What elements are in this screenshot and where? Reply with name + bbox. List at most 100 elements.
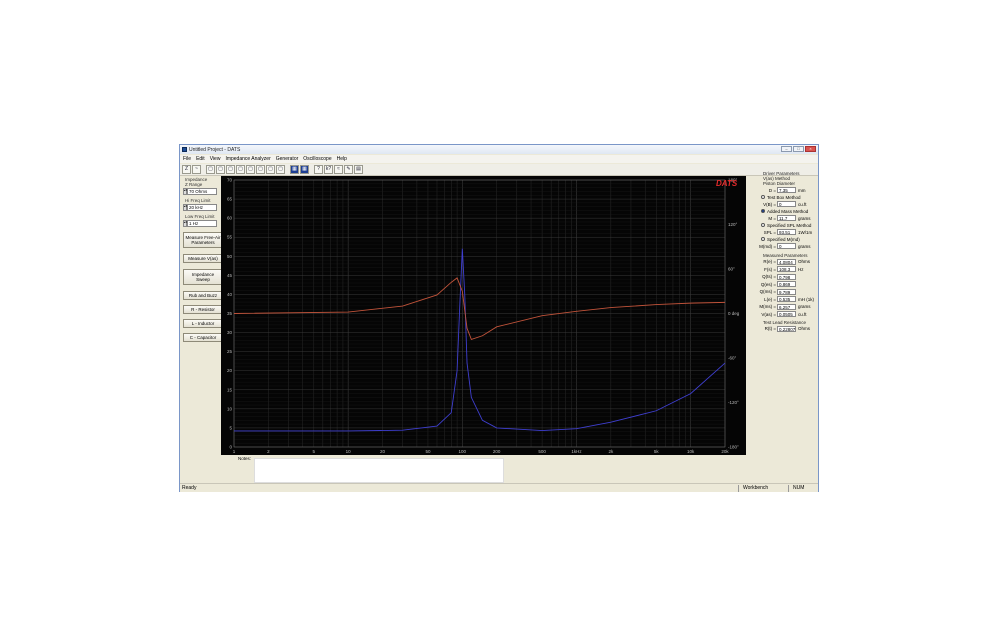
left-axis-tick-label: 65 <box>227 197 233 202</box>
impedance-mode-button[interactable]: Z <box>182 165 191 174</box>
title-bar[interactable]: Untitled Project - DATS – □ × <box>180 145 818 154</box>
z-range-value[interactable]: 70 Ohms <box>187 188 217 195</box>
impedance-sweep-button[interactable]: Impedance Sweep <box>183 269 223 285</box>
help-button[interactable]: ? <box>314 165 323 174</box>
measured-label: Q(ms) = <box>759 289 776 294</box>
x-axis-tick-label: 20k <box>721 449 729 454</box>
measured-title: Measured Parameters <box>763 252 808 258</box>
low-freq-spinner[interactable]: ▴▾ 1 Hz <box>183 220 225 227</box>
measured-value: 0.0505 <box>777 311 796 317</box>
menu-help[interactable]: Help <box>337 156 347 162</box>
test-box-radio[interactable]: Test Box Method <box>759 194 817 200</box>
impedance-line <box>234 248 726 432</box>
radio-icon[interactable] <box>761 195 765 199</box>
right-axis-tick-label: -60° <box>728 356 737 361</box>
maximize-button[interactable]: □ <box>793 146 804 152</box>
measure-vas-button[interactable]: Measure V(as) <box>183 254 223 263</box>
notes-textarea[interactable] <box>254 458 504 483</box>
added-mass-radio[interactable]: Added Mass Method <box>759 208 817 214</box>
measured-value: 9.789 <box>777 288 796 295</box>
right-axis-tick-label: 60° <box>728 267 735 272</box>
save-button[interactable]: ▢ <box>226 165 235 174</box>
signal-button[interactable]: ≈ <box>334 165 343 174</box>
vb-unit: cu.ft <box>798 201 807 207</box>
x-axis-tick-label: 20 <box>380 449 386 454</box>
left-axis-tick-label: 15 <box>227 387 233 392</box>
measured-unit: grams <box>798 304 811 309</box>
capacitor-button[interactable]: C - Capacitor <box>183 333 223 342</box>
x-axis-tick-label: 100 <box>459 449 467 454</box>
minimize-button[interactable]: – <box>781 146 792 152</box>
measured-row: Q(ts) = 0.798 <box>759 273 817 280</box>
open-button[interactable]: ▢ <box>216 165 225 174</box>
measured-value: 0.869 <box>777 281 796 287</box>
inductor-button[interactable]: L - Inductor <box>183 319 223 328</box>
radio-icon[interactable] <box>761 223 765 227</box>
d-unit: mm <box>798 187 806 193</box>
x-axis-tick-label: 10k <box>687 449 695 454</box>
menu-file[interactable]: File <box>183 156 191 162</box>
m-label: M = <box>768 215 776 221</box>
measure-free-air-button[interactable]: Measure Free-Air Parameters <box>183 232 223 248</box>
x-axis-tick-label: 1 <box>233 449 236 454</box>
menu-edit[interactable]: Edit <box>196 156 205 162</box>
edit-button[interactable]: ✎ <box>344 165 353 174</box>
spl-field[interactable]: 93.51 <box>777 229 796 235</box>
d-field[interactable]: 7.35 <box>777 187 796 193</box>
x-axis-tick-label: 2k <box>608 449 614 454</box>
measured-label: R(e) = <box>763 259 776 264</box>
m-field[interactable]: 11.7 <box>777 215 796 221</box>
rt-field[interactable]: 0.22807 <box>777 325 796 332</box>
hi-freq-value[interactable]: 20 kHz <box>187 204 217 211</box>
specified-spl-radio[interactable]: Specified SPL Method <box>759 222 817 228</box>
mmd-field[interactable]: 0 <box>777 243 796 249</box>
app-icon <box>182 147 187 152</box>
menu-view[interactable]: View <box>210 156 221 162</box>
resistor-button[interactable]: R - Resistor <box>183 305 223 314</box>
new-button[interactable]: ▢ <box>206 165 215 174</box>
paste-button[interactable]: ▢ <box>256 165 265 174</box>
radio-selected-icon[interactable] <box>761 209 765 213</box>
impedance-plot[interactable]: 70 65 60 55 50 45 40 35 30 25 20 15 10 5 0 180° 120° 60° 0… <box>221 176 746 455</box>
mmd-unit: grams <box>798 243 811 249</box>
menu-impedance-analyzer[interactable]: Impedance Analyzer <box>225 156 270 162</box>
generator-mode-button[interactable]: ~ <box>192 165 201 174</box>
hi-freq-label: Hi Freq Limit <box>185 198 211 203</box>
data-view-button[interactable]: ▦ <box>300 165 309 174</box>
status-workbench: Workbench <box>738 484 788 492</box>
chart-view-button[interactable]: ▦ <box>290 165 299 174</box>
measured-row: V(as) = 0.0505 cu.ft <box>759 311 817 318</box>
copy-button[interactable]: ▢ <box>246 165 255 174</box>
z-range-spinner[interactable]: ▴▾ 70 Ohms <box>183 188 225 195</box>
left-axis-tick-label: 45 <box>227 273 233 278</box>
preview-button[interactable]: ▢ <box>276 165 285 174</box>
rt-label: R(t) = <box>764 326 776 331</box>
cut-button[interactable]: ▢ <box>236 165 245 174</box>
specified-mmd-radio[interactable]: Specified M(md) <box>759 236 817 242</box>
notes-label: Notes: <box>238 456 252 461</box>
menu-oscilloscope[interactable]: Oscilloscope <box>303 156 331 162</box>
measured-value: 0.798 <box>777 273 796 280</box>
added-mass-label: Added Mass Method <box>767 208 809 214</box>
toolbar: Z ~ ▢ ▢ ▢ ▢ ▢ ▢ ▢ ▢ ▦ ▦ ? k? ≈ ✎ ▤ <box>180 164 818 176</box>
print-button[interactable]: ▢ <box>266 165 275 174</box>
measured-value: 6.257 <box>777 303 796 310</box>
list-button[interactable]: ▤ <box>354 165 363 174</box>
measured-row: M(ms) = 6.257 grams <box>759 303 817 310</box>
vb-field[interactable]: 0 <box>777 201 796 207</box>
test-lead-title: Test Lead Resistance <box>763 319 807 325</box>
close-button[interactable]: × <box>805 146 816 152</box>
context-help-button[interactable]: k? <box>324 165 333 174</box>
left-axis-tick-label: 10 <box>227 406 233 411</box>
measured-label: L(e) = <box>764 296 776 302</box>
window-controls: – □ × <box>781 146 816 152</box>
low-freq-value[interactable]: 1 Hz <box>187 220 217 227</box>
rub-and-buzz-button[interactable]: Rub and Buzz <box>183 291 223 300</box>
measured-unit: mH (1k) <box>798 296 814 302</box>
mmd-row: M(md) = 0 grams <box>759 243 817 250</box>
radio-icon[interactable] <box>761 237 765 241</box>
hi-freq-spinner[interactable]: ▴▾ 20 kHz <box>183 204 225 211</box>
measured-value: 4.0804 <box>777 258 796 265</box>
menu-generator[interactable]: Generator <box>276 156 299 162</box>
dats-logo: DATS <box>716 179 738 188</box>
